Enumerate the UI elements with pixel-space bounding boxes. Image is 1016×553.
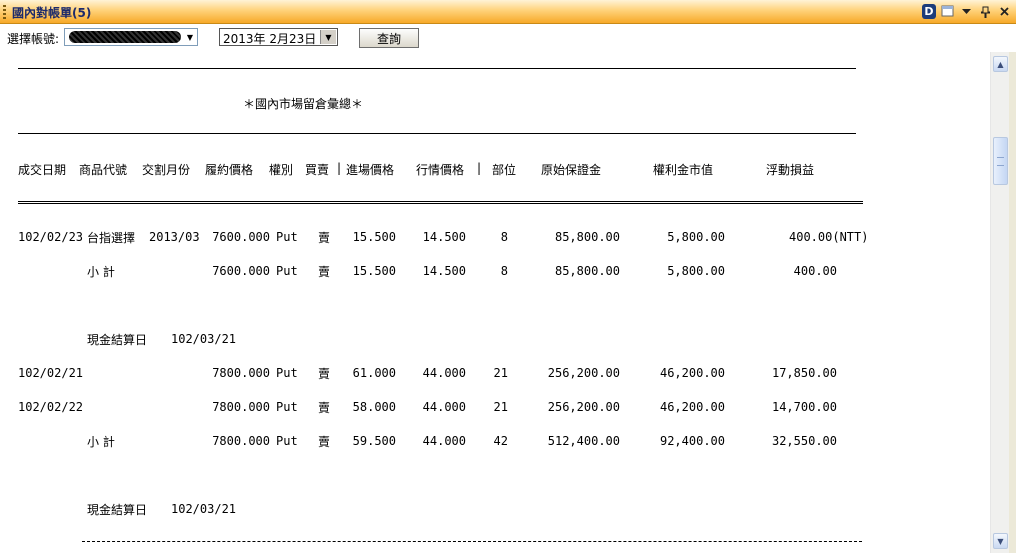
cell-position: 21 xyxy=(493,400,508,414)
close-icon[interactable] xyxy=(996,3,1012,20)
cell-side: 賣 xyxy=(318,401,331,415)
cell-right: Put xyxy=(276,366,298,380)
settlement-label: 現金結算日 xyxy=(87,503,148,517)
cell-pnl: 32,550.00 xyxy=(771,434,837,448)
cell-premium: 92,400.00 xyxy=(659,434,725,448)
cell-pnl: 14,700.00 xyxy=(771,400,837,414)
column-header: 成交日期 xyxy=(18,163,67,177)
chevron-down-icon[interactable]: ▼ xyxy=(183,29,197,45)
scroll-up-icon[interactable]: ▲ xyxy=(993,56,1008,72)
cell-position: 8 xyxy=(500,264,508,278)
cell-strike: 7800.000 xyxy=(212,434,270,448)
cell-position: 8 xyxy=(500,230,508,244)
cell-right: Put xyxy=(276,264,298,278)
cell-product: 小 計 xyxy=(87,265,115,279)
cell-side: 賣 xyxy=(318,367,331,381)
cell-product: 台指選擇 xyxy=(87,231,136,245)
column-header: 進場價格 xyxy=(346,163,395,177)
settlement-date: 102/03/21 xyxy=(171,332,237,346)
cell-pnl: 400.00 xyxy=(793,264,837,278)
column-header: 交割月份 xyxy=(142,163,191,177)
cell-premium: 5,800.00 xyxy=(667,230,725,244)
column-divider: | xyxy=(337,161,342,175)
cell-right: Put xyxy=(276,434,298,448)
cell-margin: 256,200.00 xyxy=(547,366,620,380)
window-edge xyxy=(1009,52,1016,553)
cell-premium: 46,200.00 xyxy=(659,400,725,414)
cell-pnl: 400.00(NTT) xyxy=(789,230,869,244)
cell-product: 小 計 xyxy=(87,435,115,449)
report-area: ＊國內市場留倉彙總＊ 成交日期 商品代號 交割月份 履約價格 權別 買賣 | 進… xyxy=(0,52,990,553)
cell-market: 44.000 xyxy=(422,400,466,414)
cell-date: 102/02/23 xyxy=(18,230,84,244)
separator-line xyxy=(18,133,856,134)
dashed-separator-line xyxy=(82,541,862,542)
cell-premium: 5,800.00 xyxy=(667,264,725,278)
cell-market: 14.500 xyxy=(422,230,466,244)
column-header: 履約價格 xyxy=(205,163,254,177)
settlement-date: 102/03/21 xyxy=(171,502,237,516)
column-header: 權利金市值 xyxy=(653,163,714,177)
column-header: 買賣 xyxy=(305,163,330,177)
separator-line xyxy=(18,68,856,69)
scrollbar-thumb[interactable] xyxy=(993,137,1008,185)
column-divider: | xyxy=(477,161,482,175)
cell-premium: 46,200.00 xyxy=(659,366,725,380)
cell-right: Put xyxy=(276,230,298,244)
cell-margin: 85,800.00 xyxy=(554,264,620,278)
cell-position: 42 xyxy=(493,434,508,448)
cell-side: 賣 xyxy=(318,231,331,245)
column-header: 行情價格 xyxy=(416,163,465,177)
vertical-scrollbar[interactable]: ▲ ▼ xyxy=(990,52,1010,553)
settlement-label: 現金結算日 xyxy=(87,333,148,347)
pin-icon[interactable] xyxy=(977,3,993,20)
cell-side: 賣 xyxy=(318,435,331,449)
query-toolbar: 選擇帳號: ▼ 2013年 2月23日 ▼ 查詢 xyxy=(0,25,1016,51)
cell-margin: 512,400.00 xyxy=(547,434,620,448)
window-title: 國內對帳單(5) xyxy=(12,6,92,20)
double-separator-line xyxy=(18,201,863,204)
d-icon[interactable]: D xyxy=(922,4,936,19)
cell-month: 2013/03 xyxy=(149,230,200,244)
account-label: 選擇帳號: xyxy=(7,32,60,46)
cell-right: Put xyxy=(276,400,298,414)
cell-date: 102/02/22 xyxy=(18,400,84,414)
date-value: 2013年 2月23日 xyxy=(223,32,317,46)
cell-entry: 58.000 xyxy=(352,400,396,414)
scroll-down-icon[interactable]: ▼ xyxy=(993,533,1008,549)
column-header: 商品代號 xyxy=(79,163,128,177)
cell-entry: 15.500 xyxy=(352,230,396,244)
column-header: 原始保證金 xyxy=(541,163,602,177)
report-heading: ＊國內市場留倉彙總＊ xyxy=(243,97,364,111)
cell-strike: 7800.000 xyxy=(212,366,270,380)
cell-strike: 7800.000 xyxy=(212,400,270,414)
cell-strike: 7600.000 xyxy=(212,230,270,244)
cell-entry: 15.500 xyxy=(352,264,396,278)
cell-margin: 256,200.00 xyxy=(547,400,620,414)
account-redacted-mask xyxy=(69,31,181,43)
cell-margin: 85,800.00 xyxy=(554,230,620,244)
cell-market: 14.500 xyxy=(422,264,466,278)
cell-entry: 59.500 xyxy=(352,434,396,448)
dropdown-icon[interactable] xyxy=(958,3,974,20)
cell-strike: 7600.000 xyxy=(212,264,270,278)
window-icon[interactable] xyxy=(939,3,955,20)
column-header: 浮動損益 xyxy=(766,163,815,177)
cell-date: 102/02/21 xyxy=(18,366,84,380)
cell-position: 21 xyxy=(493,366,508,380)
cell-side: 賣 xyxy=(318,265,331,279)
drag-grip-icon[interactable] xyxy=(3,5,6,19)
date-picker[interactable]: 2013年 2月23日 ▼ xyxy=(219,28,338,46)
account-select[interactable]: ▼ xyxy=(64,28,198,46)
cell-pnl: 17,850.00 xyxy=(771,366,837,380)
chevron-down-icon[interactable]: ▼ xyxy=(320,30,336,44)
cell-market: 44.000 xyxy=(422,366,466,380)
cell-entry: 61.000 xyxy=(352,366,396,380)
query-button[interactable]: 查詢 xyxy=(359,28,419,48)
column-header: 權別 xyxy=(269,163,294,177)
window-title-bar: 國內對帳單(5) D xyxy=(0,0,1016,24)
cell-market: 44.000 xyxy=(422,434,466,448)
column-header: 部位 xyxy=(492,163,517,177)
